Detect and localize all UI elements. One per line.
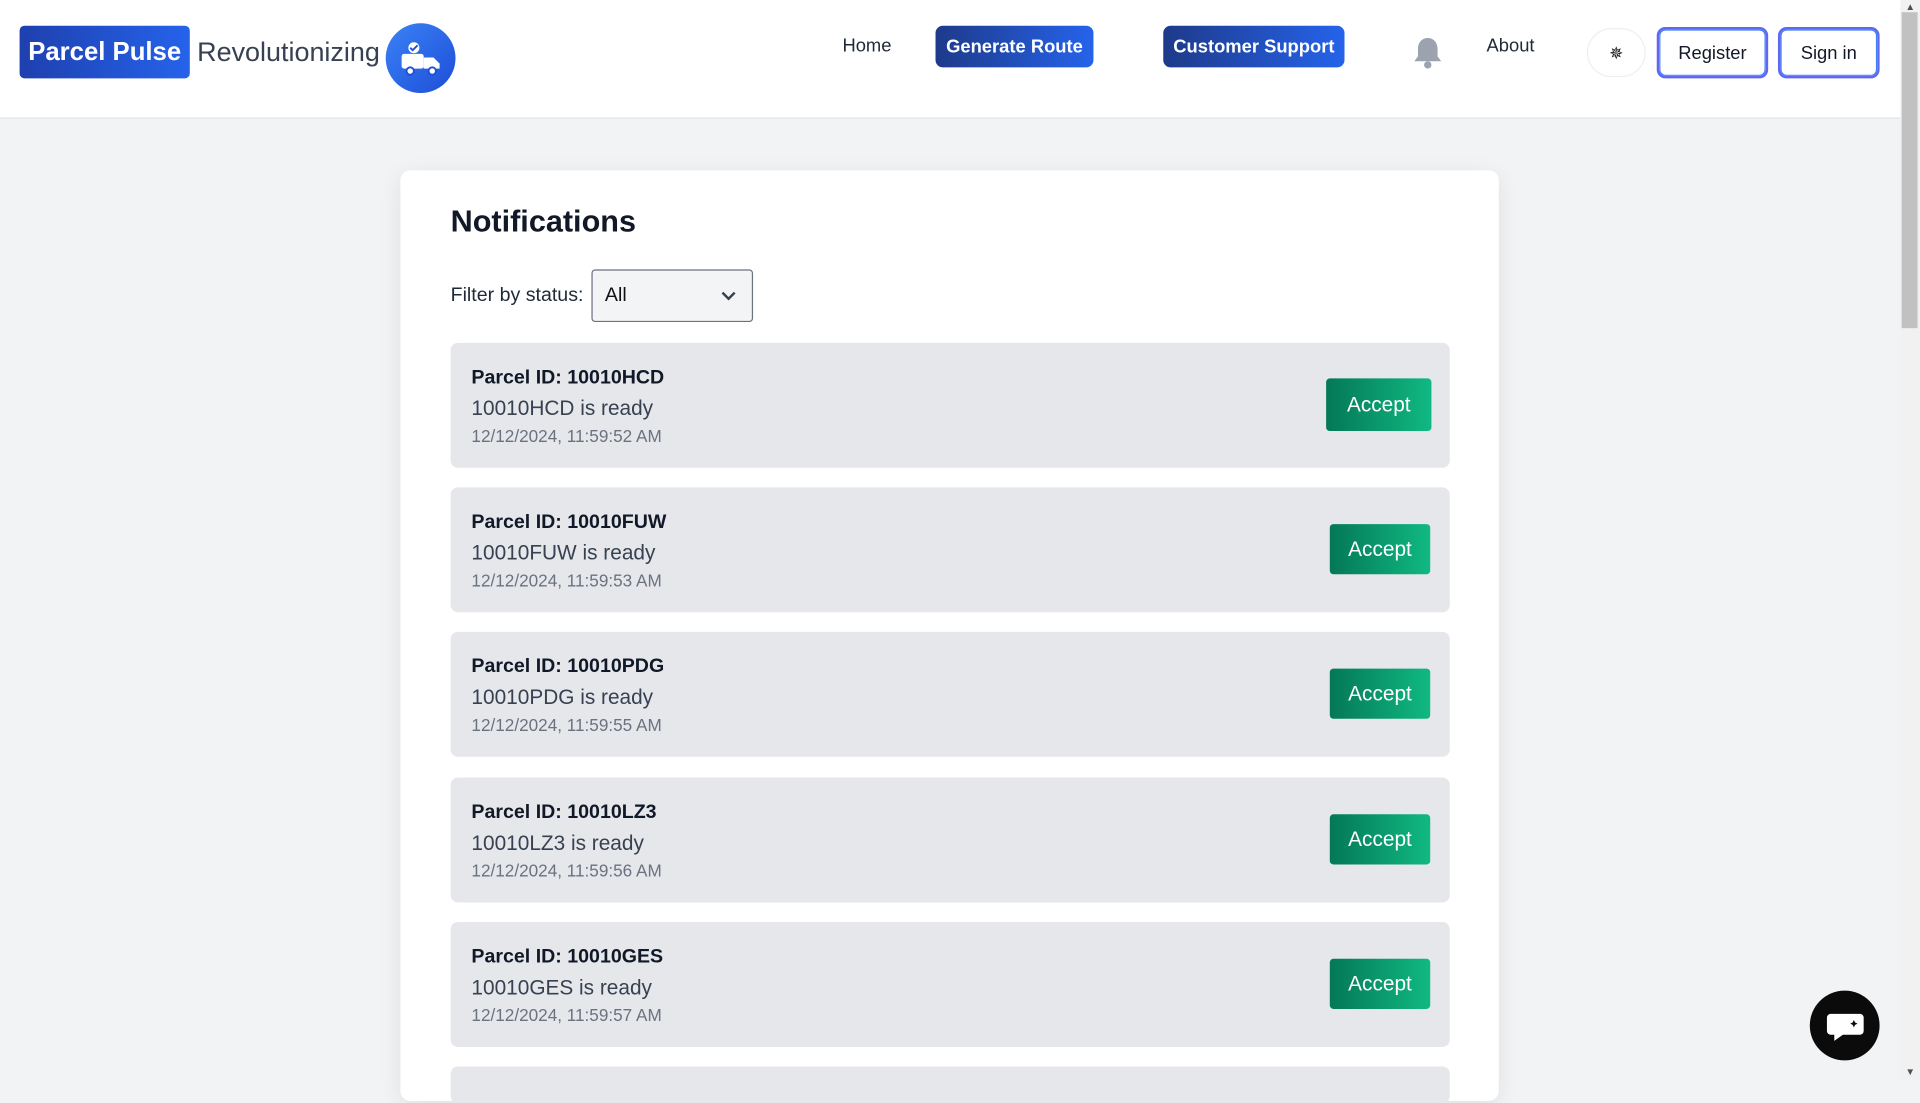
top-navbar: Parcel Pulse Revolutionizing Home Genera… — [0, 0, 1901, 119]
notification-timestamp: 12/12/2024, 11:59:53 AM — [471, 570, 662, 591]
notification-item: Parcel ID: 10010HCD 10010HCD is ready 12… — [450, 342, 1450, 468]
chat-widget-button[interactable] — [1809, 990, 1880, 1061]
nav-about-link[interactable]: About — [1487, 36, 1535, 57]
page: Parcel Pulse Revolutionizing Home Genera… — [0, 0, 1920, 1103]
notification-message: 10010GES is ready — [471, 975, 652, 1000]
chat-icon — [1826, 1013, 1864, 1041]
chevron-down-icon — [721, 291, 736, 301]
notification-message: 10010HCD is ready — [471, 396, 654, 421]
notification-timestamp: 12/12/2024, 11:59:56 AM — [471, 860, 662, 881]
scroll-down-arrow-icon[interactable]: ▼ — [1904, 1065, 1916, 1077]
notification-timestamp: 12/12/2024, 11:59:52 AM — [471, 426, 662, 446]
parcel-id: Parcel ID: 10010PDG — [471, 656, 665, 678]
notification-item: Parcel ID: 10010LZ3 10010LZ3 is ready 12… — [450, 777, 1450, 903]
notification-timestamp: 12/12/2024, 11:59:57 AM — [471, 1005, 662, 1025]
brand-logo[interactable]: Parcel Pulse — [19, 25, 190, 79]
notification-message: 10010PDG is ready — [471, 685, 654, 709]
customer-support-button[interactable]: Customer Support — [1163, 25, 1345, 68]
notifications-panel: Notifications Filter by status: All Parc… — [400, 170, 1499, 1103]
page-scrollbar-thumb[interactable] — [1901, 12, 1918, 329]
accept-button[interactable]: Accept — [1329, 958, 1431, 1009]
theme-toggle-button[interactable]: ✵ — [1586, 28, 1646, 78]
accept-button[interactable]: Accept — [1329, 668, 1431, 719]
notification-item-partial — [450, 1066, 1450, 1103]
notification-item: Parcel ID: 10010FUW 10010FUW is ready 12… — [450, 487, 1450, 613]
accept-button[interactable]: Accept — [1329, 524, 1431, 575]
parcel-id: Parcel ID: 10010HCD — [471, 367, 665, 389]
parcel-id: Parcel ID: 10010LZ3 — [471, 802, 657, 823]
accept-button[interactable]: Accept — [1326, 378, 1432, 432]
generate-route-button[interactable]: Generate Route — [935, 25, 1094, 68]
notification-message: 10010FUW is ready — [471, 541, 656, 565]
notification-message: 10010LZ3 is ready — [471, 831, 644, 855]
delivery-truck-icon — [385, 23, 456, 94]
brand-tagline: Revolutionizing — [197, 36, 380, 68]
notification-timestamp: 12/12/2024, 11:59:55 AM — [471, 715, 662, 735]
filter-status-value: All — [604, 284, 627, 306]
bell-icon[interactable] — [1412, 36, 1444, 70]
sun-icon: ✵ — [1609, 42, 1624, 62]
filter-status-select[interactable]: All — [591, 269, 754, 323]
nav-home-link[interactable]: Home — [842, 36, 891, 57]
notification-item: Parcel ID: 10010GES 10010GES is ready 12… — [450, 922, 1450, 1047]
scroll-up-arrow-icon[interactable]: ▲ — [1904, 0, 1916, 12]
accept-button[interactable]: Accept — [1329, 814, 1431, 865]
parcel-id: Parcel ID: 10010FUW — [471, 511, 667, 533]
filter-status-label: Filter by status: — [450, 285, 584, 307]
notification-item: Parcel ID: 10010PDG 10010PDG is ready 12… — [450, 631, 1450, 757]
parcel-id: Parcel ID: 10010GES — [471, 946, 664, 968]
register-button[interactable]: Register — [1656, 26, 1769, 79]
sign-in-button[interactable]: Sign in — [1777, 26, 1880, 79]
page-title: Notifications — [450, 204, 637, 239]
